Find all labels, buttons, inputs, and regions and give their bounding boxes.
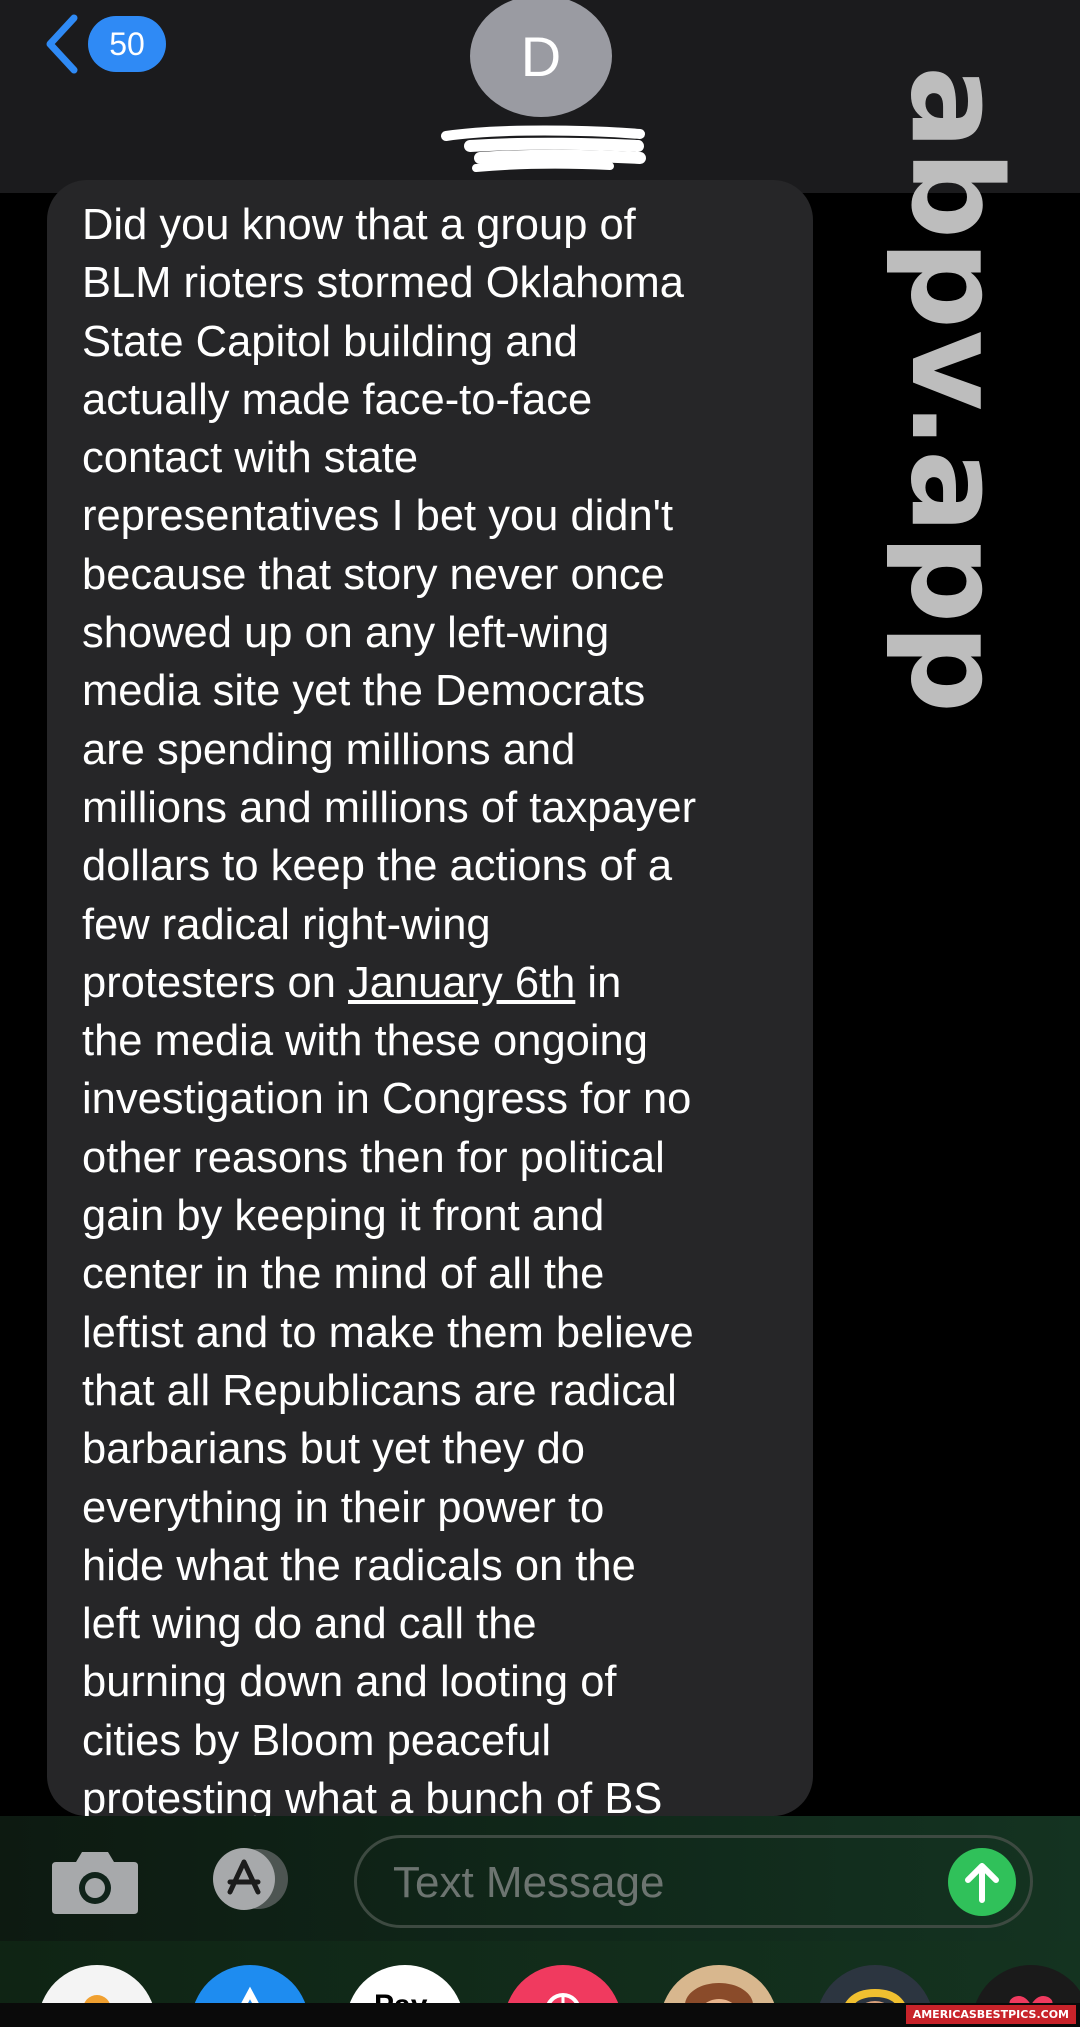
camera-icon[interactable]	[50, 1846, 140, 1916]
redacted-contact-name	[441, 125, 646, 172]
message-text-part: in the media with these ongoing investig…	[82, 958, 694, 1816]
unread-count-badge: 50	[88, 16, 166, 72]
chevron-left-icon	[46, 14, 78, 74]
message-text: Did you know that a group of BLM rioters…	[82, 196, 802, 1816]
message-composer: Text Message	[0, 1816, 1080, 1941]
app-store-icon	[213, 1848, 288, 1910]
back-button[interactable]: 50	[42, 12, 166, 76]
received-message-bubble[interactable]: Did you know that a group of BLM rioters…	[47, 180, 813, 1816]
message-input[interactable]: Text Message	[354, 1835, 1033, 1928]
watermark-text: abpv.app	[883, 65, 1028, 715]
arrow-up-icon	[965, 1863, 999, 1903]
message-input-placeholder: Text Message	[393, 1858, 665, 1907]
message-text-part: Did you know that a group of BLM rioters…	[82, 201, 697, 1007]
date-link[interactable]: January 6th	[348, 959, 575, 1007]
source-credit: AMERICASBESTPICS.COM	[905, 2005, 1076, 2024]
watermark: abpv.app	[880, 66, 1030, 714]
imessage-app-tray: Pay	[0, 1941, 1080, 2025]
contact-avatar[interactable]: D	[470, 0, 612, 117]
app-store-button[interactable]	[200, 1844, 300, 1914]
send-button[interactable]	[948, 1848, 1016, 1916]
bottom-band: AMERICASBESTPICS.COM	[0, 2003, 1080, 2027]
